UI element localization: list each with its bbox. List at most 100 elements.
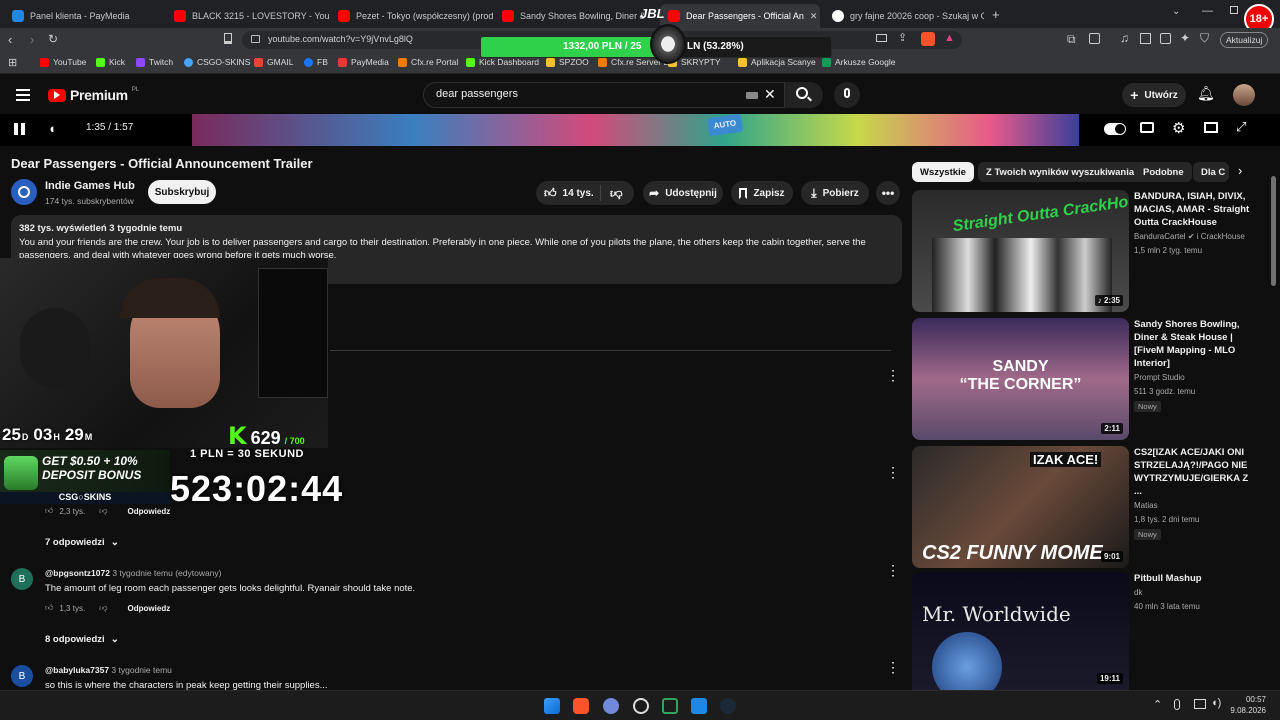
tab-paymedia[interactable]: Panel klienta - PayMedia	[4, 4, 166, 28]
comment-user[interactable]: @bpgsontz1072	[45, 568, 110, 578]
media-control-icon[interactable]: ♫	[1120, 31, 1129, 45]
new-tab-plus-icon[interactable]: +	[992, 7, 1000, 22]
youtube-premium-logo[interactable]: Premium PL	[48, 87, 139, 103]
clear-search-icon[interactable]: ✕	[764, 86, 776, 103]
cast-icon[interactable]	[876, 34, 887, 42]
related-thumbnail[interactable]: Straight Outta CrackHouse ♪ 2:35	[912, 190, 1129, 312]
fullscreen-icon[interactable]: ⤢	[1236, 119, 1246, 135]
site-info-icon[interactable]	[251, 35, 260, 43]
related-title[interactable]: BANDURA, ISIAH, DIVIX, MACIAS, AMAR - St…	[1134, 190, 1258, 229]
thumbs-up-icon[interactable]: 👍︎	[45, 603, 53, 613]
bookmark-paymedia[interactable]: PayMedia	[338, 57, 389, 67]
settings-gear-icon[interactable]: ⚙	[1172, 119, 1185, 137]
screenshot-icon[interactable]	[1089, 33, 1100, 44]
windows-start-icon[interactable]	[544, 698, 560, 714]
vscode-icon[interactable]	[691, 698, 707, 714]
download-button[interactable]: ⤓ Pobierz	[801, 181, 869, 205]
tray-volume-icon[interactable]: ◖)	[1211, 697, 1221, 709]
bookmark-gmail[interactable]: GMAIL	[254, 57, 293, 67]
tab-sandy-shores[interactable]: Sandy Shores Bowling, Diner & Ste	[494, 4, 644, 28]
bookmark-spzoo[interactable]: SPZOO	[546, 57, 589, 67]
steam-icon[interactable]	[720, 698, 736, 714]
tray-microphone-icon[interactable]	[1174, 699, 1180, 710]
thumbs-down-icon[interactable]: 👍︎	[99, 603, 107, 613]
menu-hamburger-icon[interactable]	[16, 89, 30, 101]
channel-name[interactable]: Indie Games Hub	[45, 180, 135, 192]
thumbs-up-icon[interactable]: 👍︎	[45, 506, 53, 516]
tab-black-lovestory[interactable]: BLACK 3215 - LOVESTORY - YouTube	[166, 4, 330, 28]
chip-next-chevron-icon[interactable]: ›	[1238, 163, 1242, 178]
share-button[interactable]: ➦ Udostępnij	[643, 181, 723, 205]
tab-dear-passengers[interactable]: Dear Passengers - Official An ✕	[660, 4, 820, 28]
comment-avatar[interactable]: B	[11, 568, 33, 590]
pause-icon[interactable]	[14, 123, 25, 135]
related-info[interactable]: Sandy Shores Bowling, Diner & Steak Hous…	[1134, 318, 1258, 412]
tab-google-search[interactable]: gry fajne 20026 coop - Szukaj w Goo	[824, 4, 984, 28]
subtitles-icon[interactable]	[1140, 122, 1154, 133]
comment-menu-icon[interactable]: ⋮	[886, 368, 900, 382]
autoplay-toggle[interactable]	[1104, 123, 1126, 135]
related-title[interactable]: Pitbull Mashup	[1134, 572, 1258, 585]
obs-icon[interactable]	[633, 698, 649, 714]
like-count[interactable]: 14 tys.	[563, 188, 594, 199]
channel-avatar[interactable]	[11, 179, 37, 205]
related-thumbnail[interactable]: IZAK ACE! CS2 FUNNY MOME 9:01	[912, 446, 1129, 568]
comment-menu-icon[interactable]: ⋮	[886, 465, 900, 479]
chip-for-channel[interactable]: Dla C	[1193, 162, 1229, 182]
comment-menu-icon[interactable]: ⋮	[886, 563, 900, 577]
bookmark-scanye[interactable]: Aplikacja Scanye	[738, 57, 816, 67]
bookmark-kick[interactable]: Kick	[96, 57, 125, 67]
discord-icon[interactable]	[603, 698, 619, 714]
comment-menu-icon[interactable]: ⋮	[886, 660, 900, 674]
share-page-icon[interactable]: ⇪	[898, 31, 907, 44]
comment-avatar[interactable]: B	[11, 665, 33, 687]
reload-icon[interactable]: ↻	[48, 32, 58, 46]
apps-grid-icon[interactable]: ⊞	[8, 56, 17, 69]
related-thumbnail[interactable]: SANDY “THE CORNER” 2:11	[912, 318, 1129, 440]
brave-browser-icon[interactable]	[573, 698, 589, 714]
bookmark-cfx-portal[interactable]: Cfx.re Portal	[398, 57, 458, 67]
replies-toggle[interactable]: 7 odpowiedzi ⌄	[45, 537, 119, 548]
taskbar-clock[interactable]: 00:57 9.08.2026	[1228, 694, 1266, 716]
search-button[interactable]	[785, 82, 823, 108]
forward-arrow-icon[interactable]: ›	[30, 32, 34, 47]
vpn-icon[interactable]: ⛉	[1200, 31, 1209, 46]
search-input[interactable]: dear passengers ✕	[423, 82, 785, 108]
excel-icon[interactable]	[662, 698, 678, 714]
brave-shields-icon[interactable]	[921, 32, 935, 46]
page-scrollbar[interactable]	[1271, 176, 1276, 286]
chip-from-search[interactable]: Z Twoich wyników wyszukiwania	[978, 162, 1143, 182]
chip-related[interactable]: Podobne	[1135, 162, 1192, 182]
related-channel[interactable]: Prompt Studio	[1134, 372, 1258, 384]
leo-ai-icon[interactable]: ✦	[1180, 31, 1190, 45]
tray-display-icon[interactable]	[1194, 699, 1206, 709]
notifications-bell-icon[interactable]: 🔔︎	[1197, 85, 1215, 102]
video-frame[interactable]: AUTO	[192, 113, 1079, 146]
wallet-icon[interactable]	[1160, 33, 1171, 44]
related-info[interactable]: Pitbull Mashup dk 40 mln 3 lata temu	[1134, 572, 1258, 613]
bookmark-youtube[interactable]: YouTube	[40, 57, 86, 67]
bookmark-twitch[interactable]: Twitch	[136, 57, 173, 67]
related-title[interactable]: CS2[IZAK ACE/JAKI ONI STRZELAJĄ?!/PAGO N…	[1134, 446, 1258, 498]
thumbs-down-icon[interactable]: 👍︎	[610, 186, 623, 201]
comment-user[interactable]: @babyluka7357	[45, 665, 109, 675]
related-title[interactable]: Sandy Shores Bowling, Diner & Steak Hous…	[1134, 318, 1258, 370]
voice-search-button[interactable]	[834, 82, 860, 108]
bookmark-page-icon[interactable]	[224, 33, 232, 44]
account-avatar[interactable]	[1233, 84, 1255, 106]
related-channel[interactable]: BanduraCartel	[1134, 232, 1186, 241]
bookmark-fb[interactable]: FB	[304, 57, 328, 67]
subscribe-button[interactable]: Subskrybuj	[148, 180, 216, 204]
bookmark-csgo-skins[interactable]: CSGO-SKINS	[184, 57, 250, 67]
bookmark-google-sheets[interactable]: Arkusze Google	[822, 57, 895, 67]
maximize-window-icon[interactable]	[1230, 6, 1238, 14]
reply-button[interactable]: Odpowiedz	[128, 604, 171, 613]
miniplayer-icon[interactable]	[1204, 122, 1218, 133]
extensions-icon[interactable]: ⧉	[1067, 32, 1076, 47]
brave-rewards-icon[interactable]: ▲	[944, 32, 955, 44]
tab-search-chevron-icon[interactable]: ⌄	[1172, 6, 1180, 17]
update-button[interactable]: Aktualizuj	[1220, 32, 1269, 48]
minimize-window-icon[interactable]: —	[1202, 5, 1213, 17]
related-channel[interactable]: Matias	[1134, 500, 1258, 512]
related-thumbnail[interactable]: Mr. Worldwide 19:11	[912, 572, 1129, 690]
